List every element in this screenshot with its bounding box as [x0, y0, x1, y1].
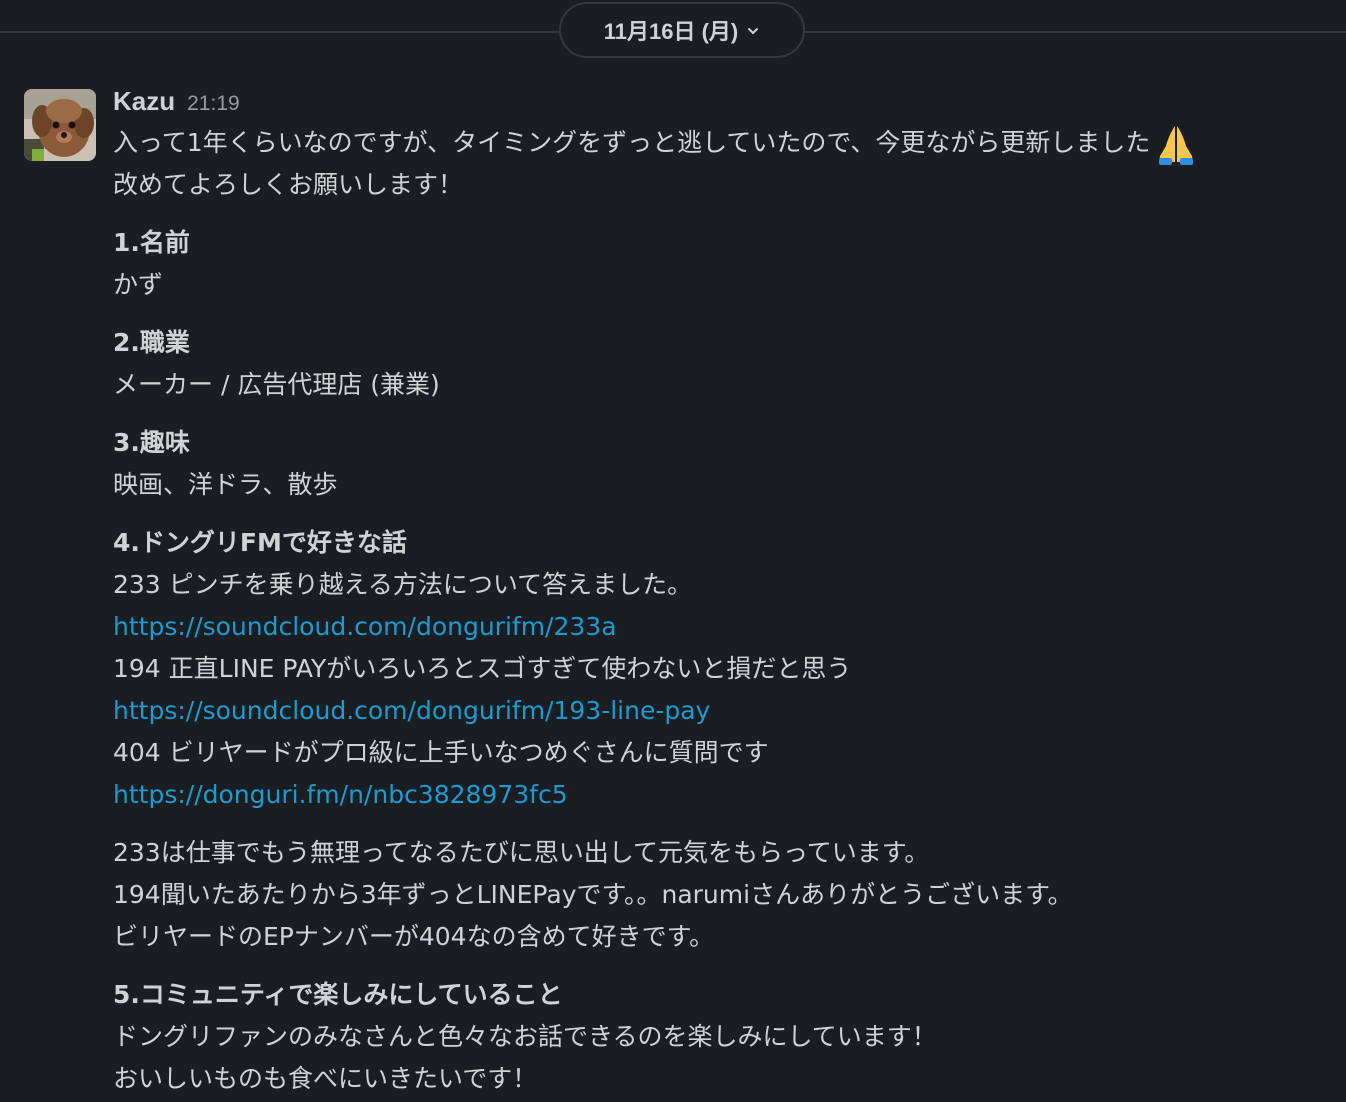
- section-title-community: 5.コミュニティで楽しみにしていること: [113, 980, 563, 1009]
- episode-194-link[interactable]: https://soundcloud.com/dongurifm/193-lin…: [113, 696, 710, 725]
- pray-icon: [1154, 122, 1198, 166]
- section-answer-name: かず: [113, 270, 164, 299]
- section-title-job: 2.職業: [113, 328, 190, 357]
- section-answer-hobby: 映画、洋ドラ、散歩: [113, 470, 338, 499]
- date-jump-button[interactable]: 11月16日 (月): [559, 2, 805, 58]
- episode-comment-1: 233は仕事でもう無理ってなるたびに思い出して元気をもらっています。: [113, 838, 930, 867]
- chevron-down-icon: [746, 23, 760, 37]
- avatar[interactable]: [24, 89, 96, 161]
- episode-233-link[interactable]: https://soundcloud.com/dongurifm/233a: [113, 612, 617, 641]
- episode-comment-3: ビリヤードのEPナンバーが404なの含めて好きです。: [113, 922, 715, 951]
- section-answer-job: メーカー / 広告代理店 (兼業): [113, 370, 440, 399]
- intro-line-1: 入って1年くらいなのですが、タイミングをずっと逃していたので、今更ながら更新しま…: [113, 122, 1333, 166]
- episode-404-link[interactable]: https://donguri.fm/n/nbc3828973fc5: [113, 780, 568, 809]
- section-title-favorite-episodes: 4.ドングリFMで好きな話: [113, 528, 407, 557]
- message-header: Kazu 21:19: [113, 86, 1333, 122]
- episode-233-text: 233 ピンチを乗り越える方法について答えました。: [113, 570, 693, 599]
- section-answer-community-2: おいしいものも食べにいきたいです！: [113, 1064, 538, 1093]
- section-answer-community-1: ドングリファンのみなさんと色々なお話できるのを楽しみにしています！: [113, 1022, 937, 1051]
- section-title-name: 1.名前: [113, 228, 190, 257]
- author-name[interactable]: Kazu: [113, 86, 175, 117]
- episode-404-text: 404 ビリヤードがプロ級に上手いなつめぐさんに質問です: [113, 738, 769, 767]
- intro-line-2: 改めてよろしくお願いします！: [113, 170, 464, 199]
- message-timestamp[interactable]: 21:19: [187, 92, 240, 116]
- episode-comment-2: 194聞いたあたりから3年ずっとLINEPayです。。narumiさんありがとう…: [113, 880, 1073, 909]
- date-label: 11月16日 (月): [603, 19, 739, 44]
- message: Kazu 21:19 入って1年くらいなのですが、タイミングをずっと逃していたの…: [113, 86, 1333, 1100]
- intro-line-1-text: 入って1年くらいなのですが、タイミングをずっと逃していたので、今更ながら更新しま…: [113, 128, 1151, 157]
- section-title-hobby: 3.趣味: [113, 428, 190, 457]
- episode-194-text: 194 正直LINE PAYがいろいろとスゴすぎて使わないと損だと思う: [113, 654, 852, 683]
